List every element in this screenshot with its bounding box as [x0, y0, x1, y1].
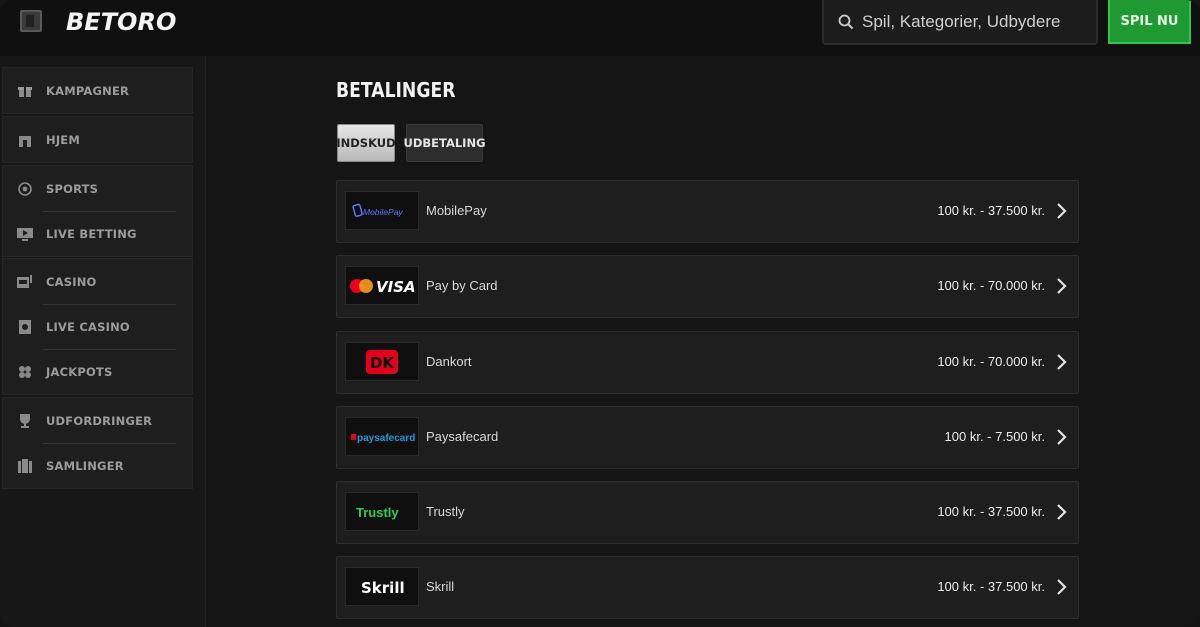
sidebar-group-home: HJEM: [2, 116, 193, 163]
sidebar-item-label: LIVE BETTING: [46, 226, 137, 241]
sidebar-group-promotions: KAMPAGNER: [2, 67, 193, 114]
sidebar-item-hjem[interactable]: HJEM: [3, 117, 192, 162]
payment-limit: 100 kr. - 37.500 kr.: [937, 203, 1045, 218]
search-box[interactable]: [822, 0, 1098, 45]
chevron-right-icon[interactable]: [1055, 353, 1067, 371]
payment-row-skrill[interactable]: Skrill Skrill 100 kr. - 37.500 kr.: [336, 556, 1079, 619]
chevron-right-icon[interactable]: [1055, 578, 1067, 596]
skrill-logo: Skrill: [345, 567, 419, 606]
sidebar-item-kampagner[interactable]: KAMPAGNER: [3, 68, 192, 113]
dankort-logo-text: DK: [370, 354, 395, 372]
payment-row-paysafecard[interactable]: paysafecard Paysafecard 100 kr. - 7.500 …: [336, 406, 1079, 469]
page-title: BETALINGER: [336, 78, 456, 102]
sidebar-item-label: SAMLINGER: [46, 458, 124, 473]
paysafecard-logo: paysafecard: [345, 417, 419, 456]
trophy-icon: [17, 413, 33, 429]
sidebar-item-label: UDFORDRINGER: [46, 413, 153, 428]
home-icon: [17, 132, 33, 148]
mobilepay-logo-text: MobilePay: [363, 207, 403, 217]
chevron-right-icon[interactable]: [1055, 428, 1067, 446]
sidebar-group-sports: SPORTS LIVE BETTING: [2, 165, 193, 257]
sidebar-group-casino: CASINO LIVE CASINO JACKPOTS: [2, 258, 193, 395]
play-now-button[interactable]: SPIL NU: [1108, 0, 1191, 44]
paysafecard-logo-text: paysafecard: [357, 433, 415, 444]
payment-name: MobilePay: [426, 203, 487, 218]
menu-toggle-icon[interactable]: [20, 10, 42, 32]
live-screen-icon: [17, 226, 33, 242]
top-header: BETORO SPIL NU: [0, 0, 1200, 56]
payment-name: Dankort: [426, 354, 472, 369]
sidebar-item-label: CASINO: [46, 274, 97, 289]
sidebar-item-label: JACKPOTS: [46, 364, 113, 379]
payment-name: Pay by Card: [426, 278, 498, 293]
sidebar-group-challenges: UDFORDRINGER SAMLINGER: [2, 397, 193, 489]
gift-icon: [17, 83, 33, 99]
skrill-logo-text: Skrill: [361, 579, 405, 597]
payment-name: Skrill: [426, 579, 455, 594]
payment-limit: 100 kr. - 70.000 kr.: [937, 278, 1045, 293]
chevron-right-icon[interactable]: [1055, 503, 1067, 521]
payment-row-trustly[interactable]: Trustly Trustly 100 kr. - 37.500 kr.: [336, 481, 1079, 544]
payment-limit: 100 kr. - 70.000 kr.: [937, 354, 1045, 369]
payment-row-dankort[interactable]: DK Dankort 100 kr. - 70.000 kr.: [336, 331, 1079, 394]
sidebar-item-samlinger[interactable]: SAMLINGER: [3, 443, 192, 488]
clover-icon: [17, 364, 33, 380]
collection-icon: [17, 458, 33, 474]
sidebar-item-jackpots[interactable]: JACKPOTS: [3, 349, 192, 394]
payment-row-card[interactable]: VISA Pay by Card 100 kr. - 70.000 kr.: [336, 255, 1079, 318]
payment-limit: 100 kr. - 37.500 kr.: [937, 579, 1045, 594]
search-icon: [838, 14, 854, 29]
payment-name: Trustly: [426, 504, 465, 519]
slot-machine-icon: [17, 274, 33, 290]
sidebar-item-label: LIVE CASINO: [46, 319, 130, 334]
soccer-ball-icon: [17, 181, 33, 197]
sidebar-item-udfordringer[interactable]: UDFORDRINGER: [3, 398, 192, 443]
mobilepay-logo: MobilePay: [345, 191, 419, 230]
betoro-logo[interactable]: BETORO: [66, 8, 176, 36]
dankort-logo: DK: [345, 342, 419, 381]
sidebar-item-label: HJEM: [46, 132, 81, 147]
chevron-right-icon[interactable]: [1055, 202, 1067, 220]
payment-limit: 100 kr. - 37.500 kr.: [937, 504, 1045, 519]
sidebar-item-live-casino[interactable]: LIVE CASINO: [3, 304, 192, 349]
trustly-logo-text: Trustly: [356, 505, 399, 520]
live-dealer-icon: [17, 319, 33, 335]
search-input[interactable]: [862, 11, 1092, 32]
payment-name: Paysafecard: [426, 429, 499, 444]
sidebar-item-live-betting[interactable]: LIVE BETTING: [3, 211, 192, 256]
sidebar-item-casino[interactable]: CASINO: [3, 259, 192, 304]
trustly-logo: Trustly: [345, 492, 419, 531]
payment-limit: 100 kr. - 7.500 kr.: [944, 429, 1045, 444]
app-window: BETORO SPIL NU KAMPAGNER HJEM SPORTS: [0, 0, 1200, 627]
chevron-right-icon[interactable]: [1055, 277, 1067, 295]
sidebar-item-sports[interactable]: SPORTS: [3, 166, 192, 211]
visa-logo-text: VISA: [376, 278, 415, 296]
tab-indskud[interactable]: INDSKUD: [336, 124, 396, 162]
sidebar: KAMPAGNER HJEM SPORTS LIVE BETTING CASIN…: [0, 56, 206, 627]
sidebar-item-label: KAMPAGNER: [46, 83, 130, 98]
tab-udbetaling[interactable]: UDBETALING: [403, 124, 486, 162]
sidebar-item-label: SPORTS: [46, 181, 99, 196]
payment-row-mobilepay[interactable]: MobilePay MobilePay 100 kr. - 37.500 kr.: [336, 180, 1079, 243]
mastercard-visa-logo: VISA: [345, 266, 419, 305]
